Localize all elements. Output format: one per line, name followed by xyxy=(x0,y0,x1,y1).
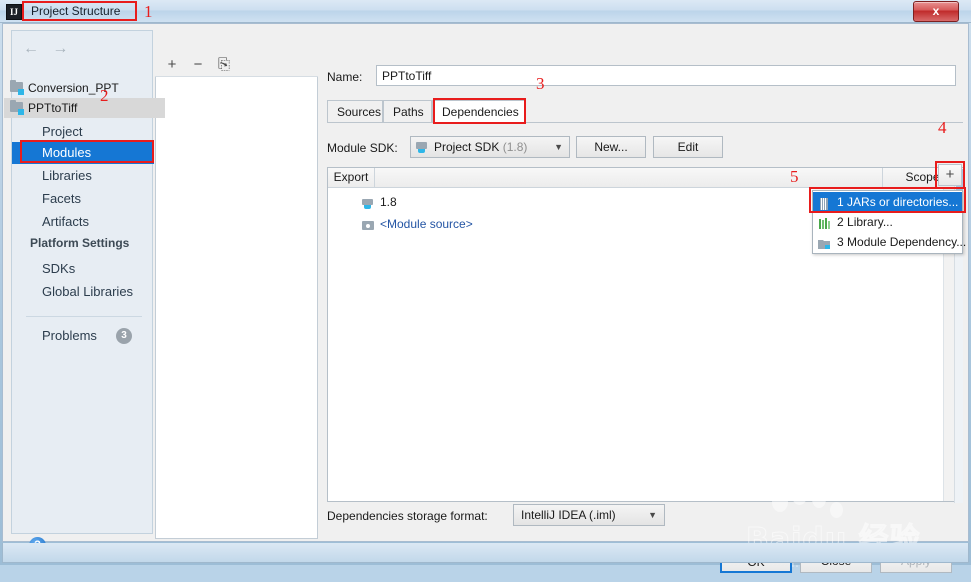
window-close-button[interactable]: x xyxy=(913,1,959,22)
chevron-down-icon: ▼ xyxy=(648,505,657,525)
sdk-icon xyxy=(416,142,429,153)
module-list-item-ppttotiff[interactable]: PPTtoTiff xyxy=(4,98,165,118)
module-list-item-label: PPTtoTiff xyxy=(28,101,77,115)
window-title-bar: IJ Project Structure x xyxy=(0,0,971,23)
new-sdk-button[interactable]: New... xyxy=(576,136,646,158)
module-sdk-combobox[interactable]: Project SDK (1.8) ▼ xyxy=(410,136,570,158)
intellij-idea-icon: IJ xyxy=(6,4,22,20)
arrow-left-icon[interactable]: ← xyxy=(18,39,44,59)
sidebar-item-sdks[interactable]: SDKs xyxy=(12,258,154,280)
sidebar-item-global-libraries[interactable]: Global Libraries xyxy=(12,281,154,303)
module-folder-icon xyxy=(10,82,23,93)
sidebar-item-facets[interactable]: Facets xyxy=(12,188,154,210)
sdk-version: (1.8) xyxy=(503,140,528,154)
tab-underline xyxy=(327,122,963,123)
sdk-icon xyxy=(362,196,375,208)
window-bottom-strip xyxy=(2,543,969,563)
module-name-input[interactable] xyxy=(376,65,956,86)
sidebar-item-problems[interactable]: Problems xyxy=(12,325,154,347)
sidebar-section-platform-settings: Platform Settings xyxy=(30,236,129,250)
menu-item-label: JARs or directories... xyxy=(847,195,958,209)
tab-dependencies[interactable]: Dependencies xyxy=(432,100,525,122)
menu-item-module-dependency[interactable]: 3 Module Dependency... xyxy=(813,232,962,252)
module-detail-panel: Name: Sources Paths Dependencies Module … xyxy=(323,54,963,539)
library-icon xyxy=(818,216,831,228)
storage-format-label: Dependencies storage format: xyxy=(327,509,488,523)
module-list-toolbar: + − ⎘ xyxy=(155,52,318,77)
add-dependency-menu: 1 JARs or directories... 2 Library... xyxy=(812,190,963,254)
module-list-item-label: Conversion_PPT xyxy=(28,81,119,95)
module-sdk-value: Project SDK (1.8) xyxy=(434,137,527,157)
module-list-panel xyxy=(155,52,318,539)
sidebar-item-modules[interactable]: Modules xyxy=(12,142,154,164)
detail-tabs: Sources Paths Dependencies xyxy=(327,100,963,123)
sidebar-item-artifacts[interactable]: Artifacts xyxy=(12,211,154,233)
menu-item-number: 1 xyxy=(837,195,844,209)
storage-format-combobox[interactable]: IntelliJ IDEA (.iml) ▼ xyxy=(513,504,665,526)
edit-sdk-button[interactable]: Edit xyxy=(653,136,723,158)
menu-item-label: Library... xyxy=(847,215,893,229)
menu-item-label: Module Dependency... xyxy=(847,235,966,249)
copy-module-button[interactable]: ⎘ xyxy=(215,56,233,74)
module-list-item-conversion-ppt[interactable]: Conversion_PPT xyxy=(4,78,165,98)
dependencies-table-header: Export Scope xyxy=(328,168,962,188)
column-header-name[interactable] xyxy=(375,168,883,187)
module-source-icon xyxy=(362,218,375,230)
sidebar-item-project[interactable]: Project xyxy=(12,121,154,143)
name-label: Name: xyxy=(327,70,362,84)
module-folder-icon xyxy=(10,102,23,113)
sidebar-divider xyxy=(26,316,142,317)
remove-module-button[interactable]: − xyxy=(189,56,207,74)
window-title: Project Structure xyxy=(25,3,126,19)
sidebar-nav-buttons: ← → xyxy=(18,39,78,59)
menu-item-jars-or-directories[interactable]: 1 JARs or directories... xyxy=(813,192,962,212)
dependency-row-sdk[interactable]: 1.8 xyxy=(328,192,397,212)
dependency-label: 1.8 xyxy=(380,195,397,209)
chevron-down-icon: ▼ xyxy=(554,137,563,157)
sidebar-item-libraries[interactable]: Libraries xyxy=(12,165,154,187)
module-icon xyxy=(818,236,831,248)
tab-paths[interactable]: Paths xyxy=(383,100,432,122)
menu-item-number: 3 xyxy=(837,235,844,249)
problems-count-badge: 3 xyxy=(116,328,132,344)
add-module-button[interactable]: + xyxy=(163,56,181,74)
menu-item-library[interactable]: 2 Library... xyxy=(813,212,962,232)
tab-sources[interactable]: Sources xyxy=(327,100,383,122)
module-sdk-label: Module SDK: xyxy=(327,141,398,155)
arrow-right-icon[interactable]: → xyxy=(47,39,73,59)
add-dependency-button[interactable]: + xyxy=(938,164,962,186)
project-structure-window: IJ Project Structure x ← → Project Setti… xyxy=(0,0,971,565)
column-header-export[interactable]: Export xyxy=(328,168,375,187)
jar-icon xyxy=(818,196,831,208)
dialog-body: ← → Project Settings Project Modules Lib… xyxy=(2,23,969,542)
dependency-row-module-source[interactable]: <Module source> xyxy=(328,214,473,234)
dependency-label: <Module source> xyxy=(380,217,473,231)
menu-item-number: 2 xyxy=(837,215,844,229)
storage-format-value: IntelliJ IDEA (.iml) xyxy=(521,505,616,525)
sdk-name: Project SDK xyxy=(434,140,499,154)
